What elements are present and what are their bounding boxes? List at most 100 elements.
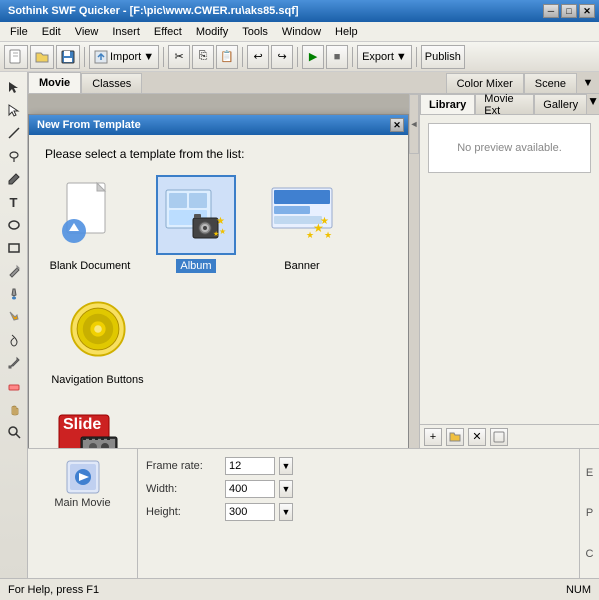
import-arrow: ▼	[143, 51, 154, 63]
import-dropdown[interactable]: Import ▼	[89, 45, 159, 69]
app-title: Sothink SWF Quicker - [F:\pic\www.CWER.r…	[8, 5, 299, 17]
menu-file[interactable]: File	[4, 25, 34, 39]
height-arrow[interactable]: ▼	[279, 503, 293, 521]
template-album[interactable]: ★ ★ ★ Album	[151, 175, 241, 273]
template-grid: Blank Document	[45, 175, 392, 387]
eraser-tool[interactable]	[3, 375, 25, 397]
import-label: Import	[110, 51, 141, 63]
svg-text:Slide: Slide	[63, 416, 101, 433]
tab-color-mixer[interactable]: Color Mixer	[446, 73, 524, 93]
tab-scene[interactable]: Scene	[524, 73, 577, 93]
album-label: Album	[176, 259, 215, 273]
toolbar-separator-3	[242, 47, 243, 67]
library-scroll-button[interactable]	[490, 428, 508, 446]
blank-doc-icon-wrap	[50, 175, 130, 255]
dialog-close-button[interactable]: ✕	[390, 118, 404, 132]
tab-movie-ext[interactable]: Movie Ext	[475, 94, 534, 114]
frame-rate-label: Frame rate:	[146, 460, 221, 472]
tab-classes[interactable]: Classes	[81, 73, 142, 93]
template-banner[interactable]: ★ ★ ★ ★ Banner	[257, 175, 347, 273]
undo-button[interactable]: ↩	[247, 45, 269, 69]
tabs-bar: Movie Classes Color Mixer Scene ▼	[28, 72, 599, 94]
line-tool[interactable]	[3, 122, 25, 144]
navbuttons-label: Navigation Buttons	[47, 373, 147, 387]
paste-button[interactable]: 📋	[216, 45, 238, 69]
lasso-tool[interactable]	[3, 145, 25, 167]
template-blank-document[interactable]: Blank Document	[45, 175, 135, 273]
dialog-overlay: New From Template ✕ Please select a temp…	[28, 94, 409, 448]
play-button[interactable]: ▶	[302, 45, 324, 69]
menu-modify[interactable]: Modify	[190, 25, 234, 39]
save-button[interactable]	[56, 45, 80, 69]
cut-button[interactable]: ✂	[168, 45, 190, 69]
subselect-tool[interactable]	[3, 99, 25, 121]
tab-library[interactable]: Library	[420, 94, 475, 114]
menu-help[interactable]: Help	[329, 25, 364, 39]
frame-rate-arrow[interactable]: ▼	[279, 457, 293, 475]
text-tool[interactable]: T	[3, 191, 25, 213]
title-bar: Sothink SWF Quicker - [F:\pic\www.CWER.r…	[0, 0, 599, 22]
menu-effect[interactable]: Effect	[148, 25, 188, 39]
tab-gallery[interactable]: Gallery	[534, 94, 587, 114]
slideshow-icon-wrap: Slide	[50, 401, 130, 448]
right-panel-tabs: Library Movie Ext Gallery ▼	[420, 94, 599, 115]
tab-movie[interactable]: Movie	[28, 72, 81, 93]
frame-rate-input[interactable]	[225, 457, 275, 475]
toolbar-separator-1	[84, 47, 85, 67]
library-folder-button[interactable]	[446, 428, 464, 446]
zoom-tool[interactable]	[3, 421, 25, 443]
main-movie-icon	[63, 457, 103, 497]
copy-button[interactable]: ⎘	[192, 45, 214, 69]
height-input[interactable]	[225, 503, 275, 521]
right-panel: Library Movie Ext Gallery ▼ No preview a…	[419, 94, 599, 448]
width-arrow[interactable]: ▼	[279, 480, 293, 498]
template-nav-buttons[interactable]: Navigation Buttons	[45, 289, 150, 387]
stop-button[interactable]: ■	[326, 45, 348, 69]
panel-dropdown-arrow[interactable]: ▼	[587, 94, 599, 114]
ink-tool[interactable]	[3, 329, 25, 351]
redo-button[interactable]: ↪	[271, 45, 293, 69]
status-bar: For Help, press F1 NUM	[0, 578, 599, 600]
width-input[interactable]	[225, 480, 275, 498]
library-add-button[interactable]: +	[424, 428, 442, 446]
select-tool[interactable]	[3, 76, 25, 98]
svg-text:★: ★	[213, 230, 219, 238]
oval-tool[interactable]	[3, 214, 25, 236]
library-delete-button[interactable]: ✕	[468, 428, 486, 446]
menu-tools[interactable]: Tools	[236, 25, 274, 39]
menu-edit[interactable]: Edit	[36, 25, 67, 39]
height-label: Height:	[146, 506, 221, 518]
blank-doc-label: Blank Document	[46, 259, 135, 273]
panel-menu-button[interactable]: ▼	[577, 73, 599, 93]
new-button[interactable]	[4, 45, 28, 69]
close-button[interactable]: ✕	[579, 4, 595, 18]
pen-tool[interactable]	[3, 168, 25, 190]
publish-button[interactable]: Publish	[421, 45, 465, 69]
dialog-instruction: Please select a template from the list:	[45, 147, 392, 161]
open-button[interactable]	[30, 45, 54, 69]
paint-bucket-tool[interactable]	[3, 306, 25, 328]
left-toolbar: T	[0, 72, 28, 578]
svg-text:★: ★	[320, 216, 329, 227]
banner-label: Banner	[280, 259, 323, 273]
hand-tool[interactable]	[3, 398, 25, 420]
minimize-button[interactable]: ─	[543, 4, 559, 18]
properties-panel: Main Movie Frame rate: ▼ Width: ▼ Height…	[28, 448, 599, 578]
main-toolbar: Import ▼ ✂ ⎘ 📋 ↩ ↪ ▶ ■ Export ▼ Publish	[0, 42, 599, 72]
svg-text:★: ★	[306, 230, 314, 240]
preview-area: No preview available.	[428, 123, 591, 173]
template-slideshow[interactable]: Slide	[45, 401, 135, 448]
props-icon-area: Main Movie	[28, 449, 138, 578]
eyedropper-tool[interactable]	[3, 352, 25, 374]
props-fields: Frame rate: ▼ Width: ▼ Height: ▼	[138, 449, 579, 578]
menu-window[interactable]: Window	[276, 25, 327, 39]
menu-view[interactable]: View	[69, 25, 105, 39]
expand-panel-arrow[interactable]: ◄	[409, 94, 419, 154]
maximize-button[interactable]: □	[561, 4, 577, 18]
menu-insert[interactable]: Insert	[106, 25, 146, 39]
width-label: Width:	[146, 483, 221, 495]
brush-tool[interactable]	[3, 283, 25, 305]
pencil-tool[interactable]	[3, 260, 25, 282]
rect-tool[interactable]	[3, 237, 25, 259]
export-dropdown[interactable]: Export ▼	[357, 45, 412, 69]
